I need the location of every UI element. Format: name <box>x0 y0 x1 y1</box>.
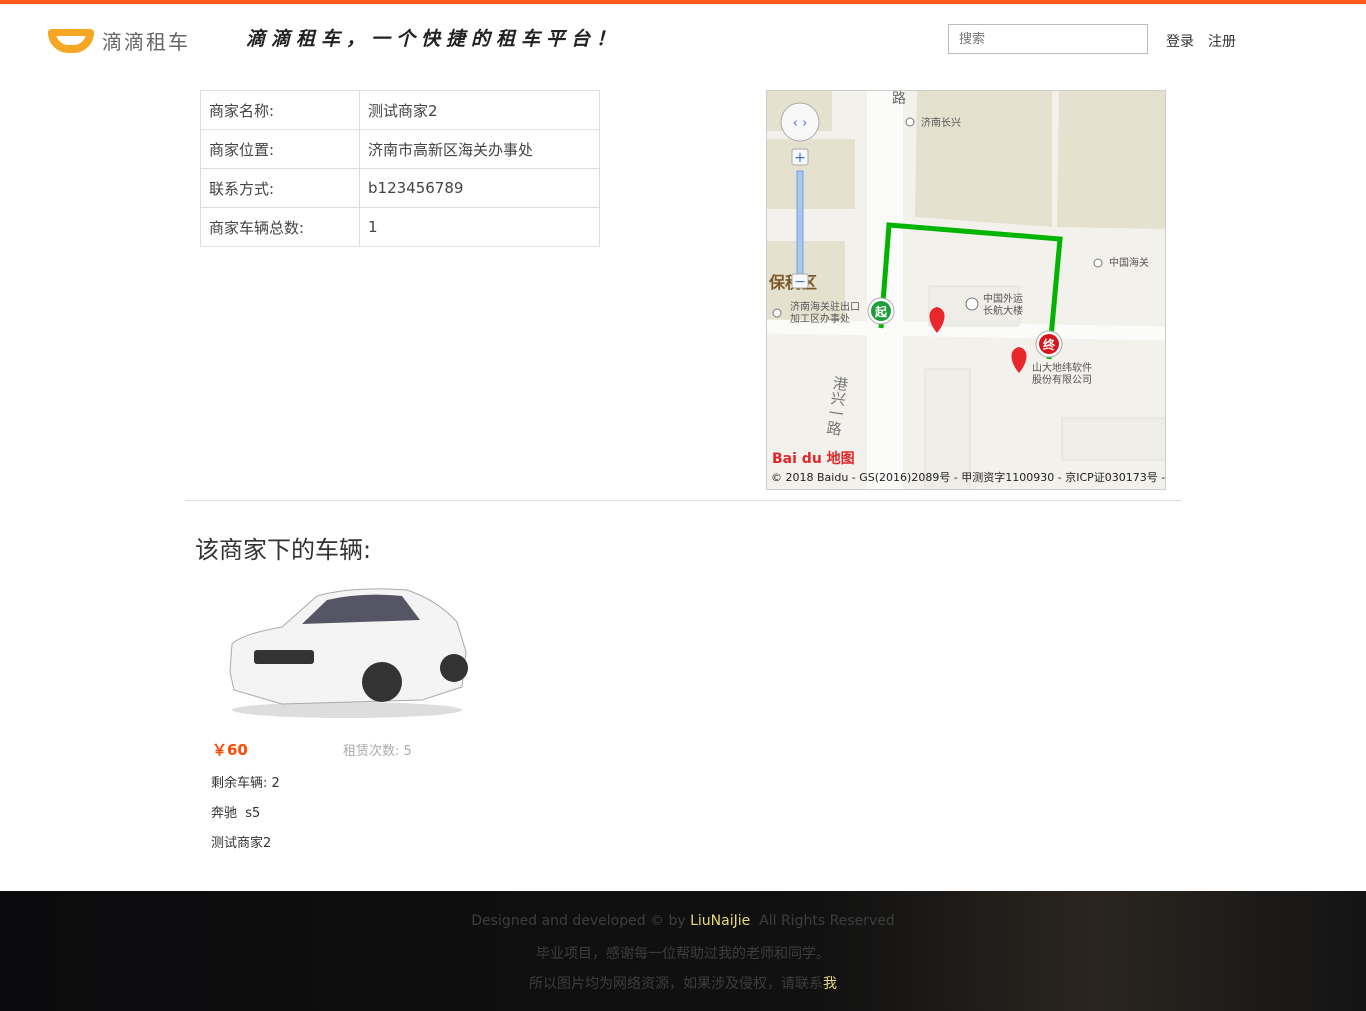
vehicle-merchant[interactable]: 测试商家2 <box>211 832 271 851</box>
row-value: b123456789 <box>359 168 600 208</box>
poi-icon <box>772 308 782 318</box>
row-value: 1 <box>359 207 600 247</box>
car-grille <box>254 650 314 664</box>
map-label: 加工区办事处 <box>790 312 850 325</box>
vehicle-model[interactable]: 奔驰 s5 <box>211 802 260 821</box>
footer: Designed and developed © by LiuNaiJie Al… <box>0 891 1366 1011</box>
car-wheel <box>440 654 468 682</box>
map-copyright: © 2018 Baidu - GS(2016)2089号 - 甲测资字11009… <box>771 471 1166 484</box>
building-icon <box>965 297 979 311</box>
table-row: 商家名称: 测试商家2 <box>200 90 600 130</box>
footer-rights: All Rights Reserved <box>750 913 895 929</box>
map-block <box>915 91 1052 227</box>
map-pin-icon[interactable] <box>1011 347 1027 373</box>
merchant-info-table: 商家名称: 测试商家2 商家位置: 济南市高新区海关办事处 联系方式: b123456… <box>200 90 600 247</box>
baidu-map-logo[interactable]: Bai du 地图 <box>772 450 855 467</box>
table-row: 商家位置: 济南市高新区海关办事处 <box>200 129 600 169</box>
row-label: 商家车辆总数: <box>200 207 360 247</box>
map-label: 济南海关驻出口 <box>790 300 860 313</box>
map-block <box>1057 91 1165 229</box>
minus-icon: − <box>794 274 806 290</box>
slogan: 滴滴租车，一个快捷的租车平台！ <box>246 28 622 50</box>
contact-link[interactable]: 我 <box>823 976 837 992</box>
map-label: 中国海关 <box>1109 256 1149 269</box>
row-label: 商家名称: <box>200 90 360 130</box>
row-value: 测试商家2 <box>359 90 600 130</box>
register-link[interactable]: 注册 <box>1208 31 1236 51</box>
table-row: 商家车辆总数: 1 <box>200 207 600 247</box>
baidu-map[interactable]: 路 济南长兴 中国海关 保税区 济南海关驻出口 加工区办事处 中国外运 长航大楼… <box>766 90 1166 490</box>
footer-notice: 所以图片均为网络资源，如果涉及侵权，请联系 <box>529 976 823 992</box>
map-label: 山大地纬软件 <box>1032 361 1092 374</box>
table-row: 联系方式: b123456789 <box>200 168 600 208</box>
map-label: 长航大楼 <box>983 304 1023 317</box>
row-label: 商家位置: <box>200 129 360 169</box>
footer-credit: Designed and developed © by <box>471 913 691 929</box>
map-label: 港兴一路 <box>824 375 850 437</box>
map-label: 中国外运 <box>983 292 1023 305</box>
top-accent-bar <box>0 0 1366 4</box>
divider <box>185 500 1181 501</box>
logo[interactable]: 滴滴租车 <box>48 26 190 55</box>
search-input[interactable] <box>948 24 1148 54</box>
end-label: 终 <box>1043 337 1056 352</box>
car-wheel <box>362 662 402 702</box>
row-label: 联系方式: <box>200 168 360 208</box>
car-image[interactable] <box>222 582 472 722</box>
car-shadow <box>232 702 462 718</box>
login-link[interactable]: 登录 <box>1166 31 1194 51</box>
map-label: 路 <box>892 91 906 107</box>
plus-icon: + <box>794 150 806 166</box>
map-label: 股份有限公司 <box>1032 373 1092 386</box>
poi-icon <box>1093 258 1103 268</box>
footer-thanks: 毕业项目，感谢每一位帮助过我的老师和同学。 <box>536 946 830 962</box>
map-building <box>1061 417 1165 461</box>
row-value: 济南市高新区海关办事处 <box>359 129 600 169</box>
zoom-slider[interactable] <box>796 170 804 282</box>
logo-text: 滴滴租车 <box>102 30 190 54</box>
poi-icon <box>905 117 915 127</box>
rent-count: 租赁次数: 5 <box>343 744 412 759</box>
map-label: 济南长兴 <box>921 116 961 129</box>
vehicle-price: ￥60 <box>212 741 248 759</box>
section-title: 该商家下的车辆: <box>195 536 372 564</box>
author-link[interactable]: LiuNaiJie <box>690 913 750 929</box>
didi-logo-icon <box>48 28 94 53</box>
map-block <box>767 139 855 209</box>
pan-arrows-icon: ‹ › <box>793 116 808 131</box>
remaining-vehicles: 剩余车辆: 2 <box>211 776 280 791</box>
start-label: 起 <box>874 304 888 319</box>
